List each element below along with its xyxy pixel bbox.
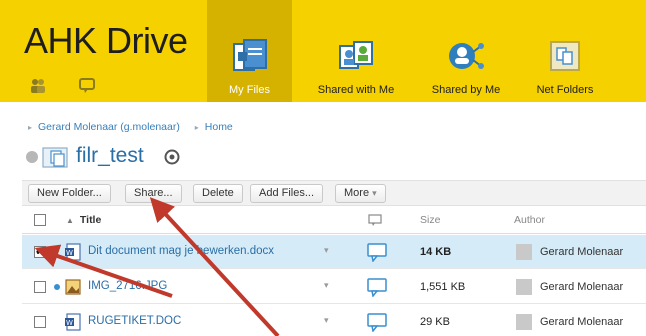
file-author[interactable]: Gerard Molenaar bbox=[540, 281, 623, 293]
svg-text:W: W bbox=[66, 319, 73, 327]
new-folder-button[interactable]: New Folder... bbox=[28, 184, 111, 203]
app-title: AHK Drive bbox=[24, 20, 188, 61]
file-toolbar: New Folder... Share... Delete Add Files.… bbox=[22, 180, 646, 206]
more-button[interactable]: More ▾ bbox=[335, 184, 386, 203]
file-size: 29 KB bbox=[420, 316, 450, 328]
comment-icon[interactable] bbox=[366, 242, 388, 262]
chevron-down-icon[interactable]: ▾ bbox=[324, 245, 329, 256]
tab-shared-with-me[interactable]: Shared with Me bbox=[306, 0, 406, 102]
avatar bbox=[516, 279, 532, 295]
folder-icon bbox=[42, 147, 68, 168]
row-checkbox[interactable] bbox=[34, 316, 46, 328]
folder-title: filr_test bbox=[76, 144, 144, 167]
file-size: 14 KB bbox=[420, 246, 452, 258]
avatar bbox=[516, 314, 532, 330]
file-name-link[interactable]: Dit document mag je bewerken.docx bbox=[88, 245, 274, 257]
file-name-link[interactable]: IMG_2716.JPG bbox=[88, 280, 167, 292]
word-document-icon: W bbox=[65, 243, 81, 261]
row-checkbox[interactable] bbox=[34, 281, 46, 293]
image-file-icon bbox=[65, 279, 81, 295]
file-author[interactable]: Gerard Molenaar bbox=[540, 316, 623, 328]
share-button[interactable]: Share... bbox=[125, 184, 182, 203]
sort-asc-icon: ▲ bbox=[66, 216, 74, 225]
file-name-link[interactable]: RUGETIKET.DOC bbox=[88, 315, 181, 327]
file-size: 1,551 KB bbox=[420, 281, 466, 293]
comment-icon[interactable] bbox=[366, 312, 388, 332]
chevron-right-icon: ▸ bbox=[28, 122, 33, 132]
users-icon[interactable] bbox=[28, 76, 48, 96]
delete-button[interactable]: Delete bbox=[193, 184, 243, 203]
breadcrumb-user[interactable]: Gerard Molenaar (g.molenaar) bbox=[38, 121, 180, 133]
collapse-icon[interactable] bbox=[26, 151, 38, 163]
row-checkbox[interactable] bbox=[34, 244, 46, 258]
shared-by-me-icon bbox=[446, 36, 486, 76]
net-folders-icon bbox=[545, 36, 585, 76]
avatar bbox=[516, 244, 532, 260]
column-author[interactable]: Author bbox=[514, 214, 545, 226]
table-row[interactable]: W RUGETIKET.DOC ▾ 29 KB Gerard Molenaar bbox=[22, 305, 646, 336]
more-button-label: More bbox=[344, 187, 370, 199]
gear-icon[interactable] bbox=[164, 149, 180, 165]
column-title-label: Title bbox=[79, 214, 102, 226]
shared-with-me-icon bbox=[336, 36, 376, 76]
table-row[interactable]: IMG_2716.JPG ▾ 1,551 KB Gerard Molenaar bbox=[22, 270, 646, 304]
tab-my-files[interactable]: My Files bbox=[207, 0, 292, 102]
comment-column-icon bbox=[368, 214, 382, 226]
chat-icon[interactable] bbox=[78, 76, 98, 96]
column-title[interactable]: ▲ Title bbox=[66, 214, 101, 226]
word-document-icon: W bbox=[65, 313, 81, 331]
tab-shared-by-me-label: Shared by Me bbox=[431, 84, 501, 96]
chevron-down-icon[interactable]: ▾ bbox=[324, 280, 329, 291]
file-author[interactable]: Gerard Molenaar bbox=[540, 246, 623, 258]
tab-shared-by-me[interactable]: Shared by Me bbox=[420, 0, 512, 102]
app-header: AHK Drive My Files Shared with Me Shared… bbox=[0, 0, 646, 102]
new-item-indicator bbox=[54, 284, 60, 290]
chevron-down-icon[interactable]: ▾ bbox=[324, 315, 329, 326]
add-files-button[interactable]: Add Files... bbox=[250, 184, 324, 203]
breadcrumb-home[interactable]: Home bbox=[205, 121, 233, 133]
table-row[interactable]: W Dit document mag je bewerken.docx ▾ 14… bbox=[22, 235, 646, 269]
chevron-right-icon: ▸ bbox=[194, 122, 199, 132]
column-size[interactable]: Size bbox=[420, 214, 440, 226]
tab-net-folders-label: Net Folders bbox=[536, 84, 594, 96]
comment-icon[interactable] bbox=[366, 277, 388, 297]
select-all-checkbox[interactable] bbox=[34, 214, 46, 226]
tab-my-files-label: My Files bbox=[229, 84, 270, 96]
table-header: ▲ Title Size Author bbox=[22, 206, 646, 234]
tab-shared-with-me-label: Shared with Me bbox=[317, 84, 395, 96]
chevron-down-icon: ▾ bbox=[372, 188, 377, 198]
breadcrumb: ▸ Gerard Molenaar (g.molenaar) ▸ Home bbox=[28, 121, 233, 133]
my-files-icon bbox=[230, 36, 270, 76]
tab-net-folders[interactable]: Net Folders bbox=[522, 0, 608, 102]
svg-text:W: W bbox=[66, 249, 73, 257]
